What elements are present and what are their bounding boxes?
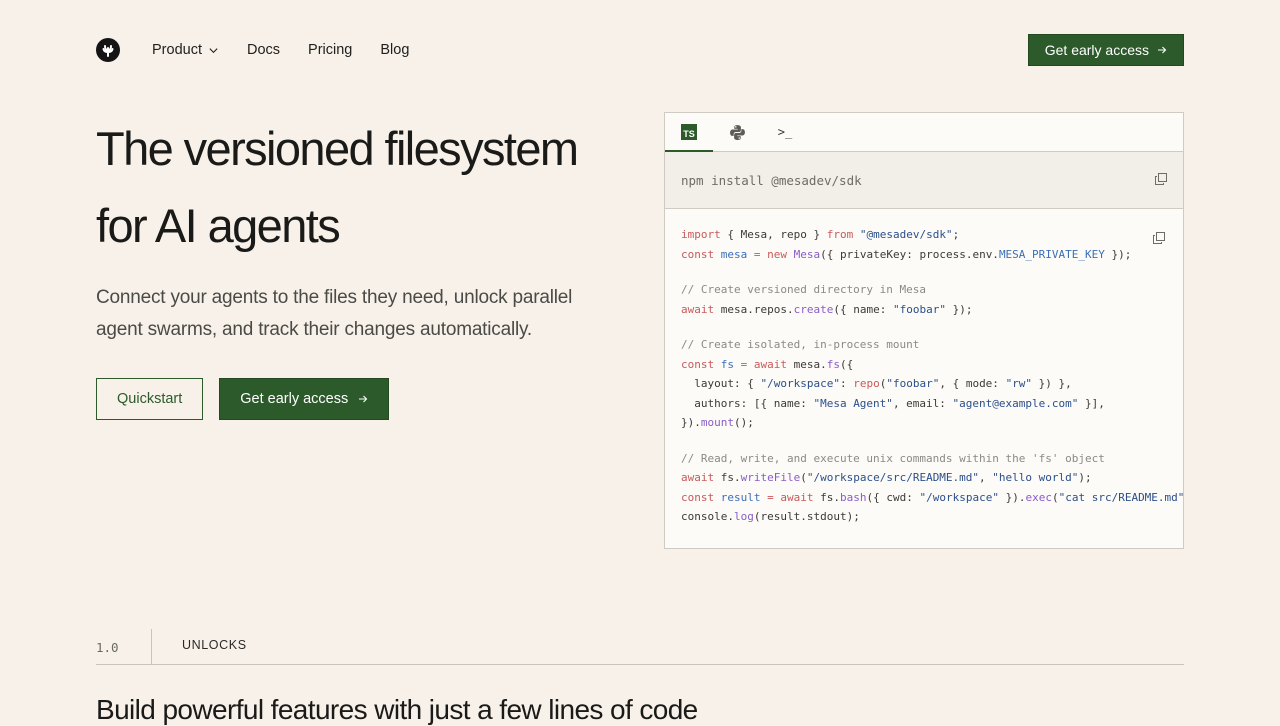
tab-python[interactable] xyxy=(713,113,761,151)
code-line: const result = await fs.bash({ cwd: "/wo… xyxy=(681,490,1184,504)
header-get-early-access-button[interactable]: Get early access xyxy=(1027,34,1184,66)
code-block: import { Mesa, repo } from "@mesadev/sdk… xyxy=(665,209,1183,527)
nav-blog-label: Blog xyxy=(380,42,410,58)
header-cta-label: Get early access xyxy=(1044,42,1149,58)
code-line: layout: { "/workspace": repo("foobar", {… xyxy=(681,377,1072,390)
hero-cta-label: Get early access xyxy=(240,391,349,407)
code-line: await mesa.repos.create({ name: "foobar"… xyxy=(681,302,973,316)
code-example-panel: TS >_ npm install @mesadev/sdk import {… xyxy=(664,112,1184,549)
copy-code-button[interactable] xyxy=(1153,231,1165,249)
section-heading: Build powerful features with just a few … xyxy=(96,694,698,725)
quickstart-label: Quickstart xyxy=(117,391,183,407)
section-divider-vertical xyxy=(151,629,152,664)
arrow-right-icon xyxy=(359,395,368,403)
hero-actions: Quickstart Get early access xyxy=(96,378,390,420)
code-line: const mesa = new Mesa({ privateKey: proc… xyxy=(681,247,1132,261)
terminal-icon: >_ xyxy=(777,125,793,139)
tab-terminal[interactable]: >_ xyxy=(761,113,809,151)
code-comment: // Create versioned directory in Mesa xyxy=(681,283,927,296)
quickstart-button[interactable]: Quickstart xyxy=(96,378,204,420)
nav-pricing[interactable]: Pricing xyxy=(308,42,352,58)
copy-icon xyxy=(1155,172,1167,185)
nav-blog[interactable]: Blog xyxy=(380,42,409,58)
nav-docs-label: Docs xyxy=(246,42,281,58)
code-line: }).mount(); xyxy=(681,416,754,429)
code-line: console.log(result.stdout); xyxy=(681,510,860,523)
code-comment: // Create isolated, in-process mount xyxy=(681,338,920,351)
python-icon xyxy=(729,124,745,140)
code-line: authors: [{ name: "Mesa Agent", email: "… xyxy=(681,396,1105,410)
main-nav: Product Docs Pricing Blog xyxy=(152,42,409,58)
nav-docs[interactable]: Docs xyxy=(247,42,280,58)
nav-product-label: Product xyxy=(152,42,202,58)
code-comment: // Read, write, and execute unix command… xyxy=(681,451,1105,465)
section-label: UNLOCKS xyxy=(182,638,247,652)
section-number: 1.0 xyxy=(96,640,119,655)
nav-pricing-label: Pricing xyxy=(308,42,353,58)
arrow-right-icon xyxy=(1158,46,1167,54)
hero-subtitle: Connect your agents to the files they ne… xyxy=(96,287,573,340)
language-tabs: TS >_ xyxy=(665,113,1183,152)
typescript-icon: TS xyxy=(681,124,697,140)
section-divider xyxy=(96,664,1184,665)
code-line: const fs = await mesa.fs({ xyxy=(681,357,854,371)
mesa-logo-icon[interactable] xyxy=(96,38,120,62)
copy-icon xyxy=(1153,232,1165,244)
hero-title: The versioned filesystem for AI agents xyxy=(96,110,636,264)
typescript-label: TS xyxy=(683,129,695,139)
hero-get-early-access-button[interactable]: Get early access xyxy=(219,378,390,420)
code-line: import { Mesa, repo } from "@mesadev/sdk… xyxy=(681,228,960,241)
hero-title-line-2: for AI agents xyxy=(96,199,341,252)
code-line: await fs.writeFile("/workspace/src/READM… xyxy=(681,471,1092,484)
tab-typescript[interactable]: TS xyxy=(665,113,713,152)
nav-product[interactable]: Product xyxy=(152,42,219,58)
site-header: Product Docs Pricing Blog Get early acce… xyxy=(96,34,1184,66)
install-command-row: npm install @mesadev/sdk xyxy=(665,152,1183,209)
copy-install-button[interactable] xyxy=(1155,172,1167,188)
hero-title-line-1: The versioned filesystem xyxy=(96,122,579,175)
chevron-down-icon xyxy=(209,47,218,53)
install-command[interactable]: npm install @mesadev/sdk xyxy=(681,173,862,188)
